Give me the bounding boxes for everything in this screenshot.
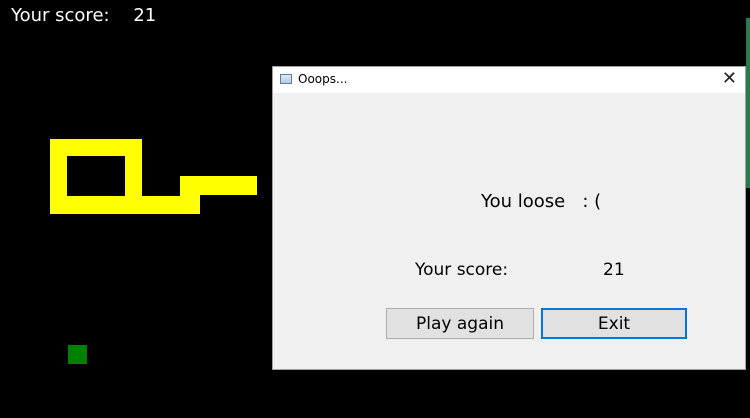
play-again-button[interactable]: Play again [386, 308, 534, 339]
score-hud-value: 21 [133, 5, 157, 26]
dialog-titlebar: Ooops... ✕ [273, 67, 745, 93]
snake-segment [67, 196, 200, 214]
snake-segment [50, 156, 67, 214]
food-pellet [68, 345, 87, 364]
exit-button[interactable]: Exit [541, 308, 687, 339]
close-icon[interactable]: ✕ [722, 69, 737, 89]
snake-segment [180, 176, 200, 196]
snake-segment [50, 139, 142, 156]
window-icon [280, 74, 292, 84]
dialog-title: Ooops... [298, 72, 348, 86]
snake-segment [200, 176, 257, 195]
background-window-edge [746, 18, 750, 188]
score-hud-label: Your score: [11, 5, 110, 26]
dialog-score-label: Your score: [415, 260, 509, 280]
dialog-score-value: 21 [603, 260, 625, 280]
score-hud: Your score: 21 [11, 5, 156, 26]
game-over-dialog: Ooops... ✕ You loose : ( Your score: 21 … [272, 66, 746, 370]
snake-segment [125, 156, 142, 196]
game-over-message: You loose : ( [481, 191, 602, 212]
